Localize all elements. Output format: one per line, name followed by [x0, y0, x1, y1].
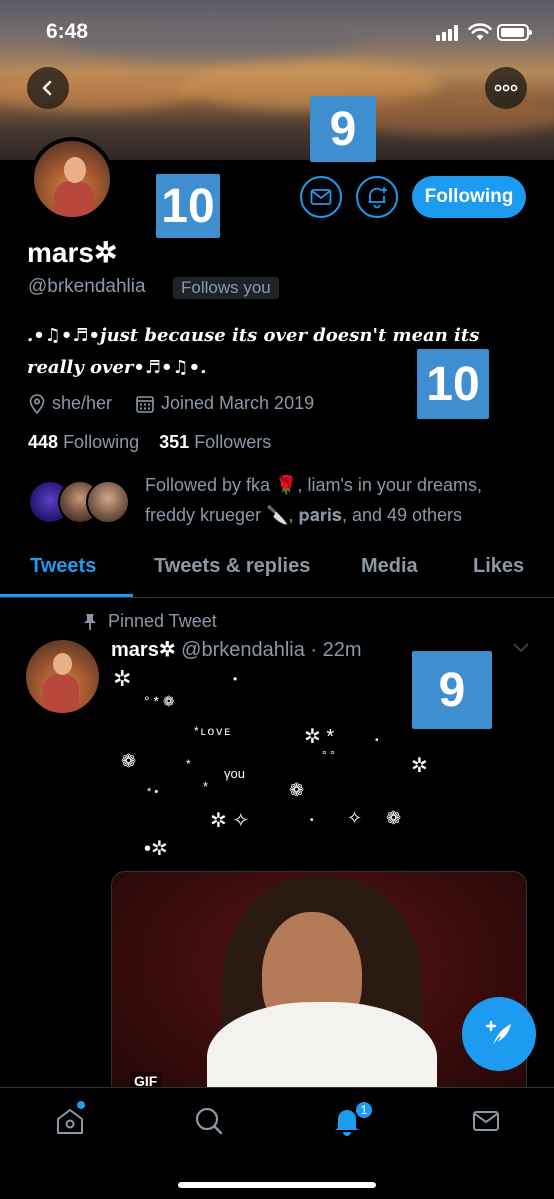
bio-line-1: .•♫•♬•just because its over doesn't mean… [27, 325, 480, 346]
calendar-icon [136, 395, 154, 413]
tweet-gif-media[interactable]: GIF [111, 871, 527, 1101]
followed-by-line-2: freddy krueger 🔪, 𝐩𝐚𝐫𝐢𝐬, and 49 others [145, 505, 463, 525]
deco-star: •✲ [144, 838, 168, 860]
profile-name: mars✲ [27, 237, 118, 268]
pinned-text: Pinned Tweet [108, 611, 217, 631]
deco-star: ✲ [113, 666, 132, 691]
deco-star: ✲ * [304, 726, 335, 748]
deco-circle: ° * ❁ [144, 693, 175, 709]
pinned-tweet-label: Pinned Tweet [82, 611, 217, 632]
message-button[interactable] [300, 176, 342, 218]
overlay-badge-top: 9 [310, 96, 376, 162]
follow-counts: 448 Following 351 Followers [28, 432, 271, 453]
tab-likes[interactable]: Likes [473, 555, 524, 578]
home-unread-dot [77, 1101, 85, 1109]
signal-icon [436, 25, 462, 41]
mail-icon [310, 189, 332, 205]
following-count: 448 [28, 432, 59, 452]
back-arrow-icon [42, 80, 52, 96]
follower-avatar-3 [86, 480, 130, 524]
search-icon[interactable] [194, 1106, 224, 1136]
profile-avatar[interactable] [30, 137, 114, 221]
followers-link[interactable]: 351 Followers [159, 432, 271, 452]
profile-tabs: Tweets Tweets & replies Media Likes [0, 543, 554, 598]
status-bar: 6:48 [0, 0, 554, 66]
profile-handle: @brkendahlia [28, 276, 146, 297]
tweet-header: mars✲ @brkendahlia · 22m [111, 637, 362, 662]
deco-dot: • [375, 735, 379, 746]
overlay-badge-tweet: 9 [412, 651, 492, 729]
deco-star: ✲ [411, 755, 428, 777]
compose-icon [485, 1020, 511, 1047]
deco-dot: • [310, 815, 314, 826]
profile-location: she/her [28, 393, 112, 414]
deco-flower: ❁ [386, 808, 402, 828]
back-button[interactable] [27, 67, 69, 109]
joined-text: Joined March 2019 [161, 393, 315, 413]
battery-icon [497, 24, 532, 41]
overlay-badge-avatar: 10 [156, 174, 220, 238]
tweet-author-avatar[interactable] [26, 640, 99, 713]
following-label: Following [63, 432, 140, 452]
deco-star: * [203, 779, 209, 794]
profile-joined: Joined March 2019 [135, 393, 314, 414]
home-indicator [178, 1182, 376, 1188]
compose-tweet-button[interactable] [462, 997, 536, 1071]
following-button[interactable]: Following [412, 176, 526, 218]
wifi-icon [468, 23, 492, 40]
bio-line-2: really over•♬•♫•. [27, 357, 207, 378]
notifications-count-badge: 1 [354, 1100, 374, 1120]
deco-sparkle: ✧ [347, 808, 363, 828]
more-options-button[interactable] [485, 67, 527, 109]
active-tab-indicator [0, 594, 133, 597]
deco-flower: ❁ [121, 751, 137, 771]
status-time: 6:48 [46, 20, 89, 43]
more-icon [494, 84, 518, 92]
notifications-subscribe-button[interactable] [356, 176, 398, 218]
followers-count: 351 [159, 432, 190, 452]
deco-dot: • [233, 672, 238, 686]
deco-star: * [186, 757, 191, 771]
mail-icon[interactable] [471, 1106, 501, 1136]
followed-by-text[interactable]: Followed by fka 🌹, liam's in your dreams… [145, 470, 525, 530]
tab-tweets-replies[interactable]: Tweets & replies [154, 555, 310, 578]
followers-label: Followers [194, 432, 272, 452]
deco-circle: ° ° [322, 748, 335, 762]
pin-icon [84, 613, 96, 630]
profile-bio: .•♫•♬•just because its over doesn't mean… [27, 320, 497, 384]
tweet-handle-time: @brkendahlia · 22m [181, 639, 362, 661]
deco-love: *ʟᴏᴠᴇ [194, 724, 233, 738]
deco-flower: ❁ [289, 780, 305, 800]
tab-media[interactable]: Media [361, 555, 418, 578]
deco-you: γou [224, 766, 245, 781]
location-icon [29, 393, 45, 414]
tab-tweets[interactable]: Tweets [30, 555, 96, 578]
home-icon[interactable] [55, 1106, 85, 1136]
pronouns-text: she/her [52, 393, 113, 413]
deco-dot: * • [147, 786, 159, 798]
tweet-author-name: mars✲ [111, 639, 176, 661]
follows-you-badge: Follows you [173, 277, 279, 299]
followed-by-line-1: Followed by fka 🌹, liam's in your dreams… [145, 475, 482, 495]
chevron-down-icon[interactable] [512, 642, 530, 654]
bell-plus-icon [368, 187, 387, 209]
deco-star: ✲ ✧ [210, 810, 250, 832]
following-link[interactable]: 448 Following [28, 432, 139, 452]
